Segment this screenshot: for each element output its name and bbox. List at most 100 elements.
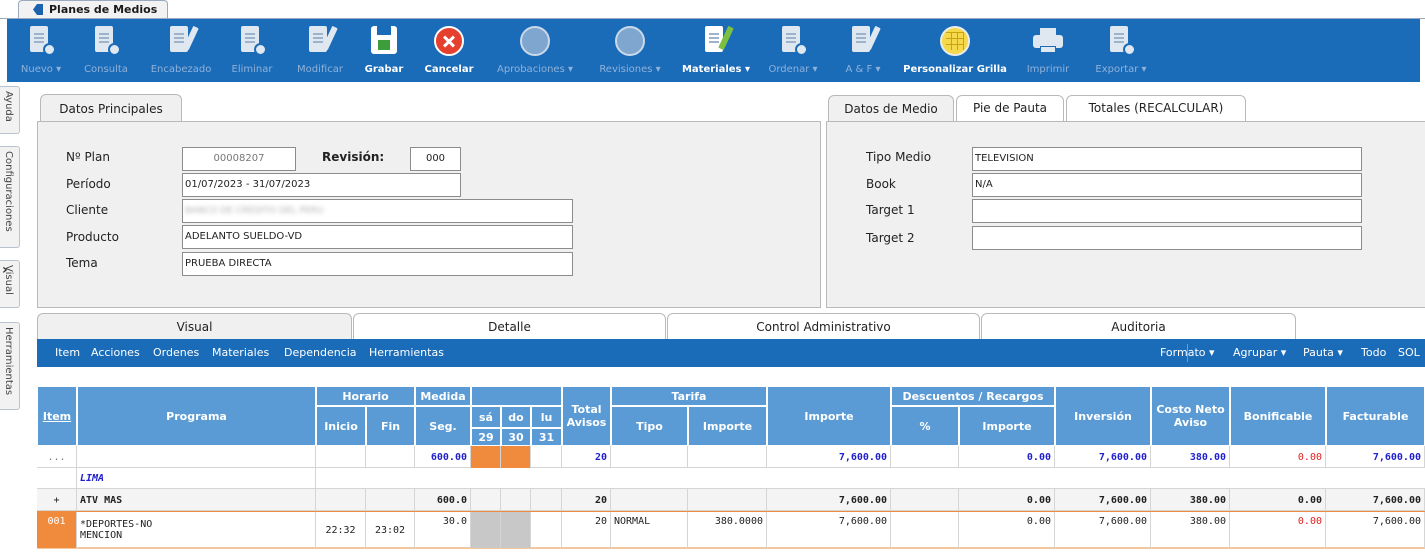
menu-acciones[interactable]: Acciones <box>91 346 140 359</box>
col-date-30: 30 <box>501 428 531 446</box>
tab-detalle[interactable]: Detalle <box>353 313 666 339</box>
menu-item[interactable]: Item <box>55 346 80 359</box>
col-date-31: 31 <box>531 428 562 446</box>
tipo-medio-field[interactable]: TELEVISION <box>972 147 1362 171</box>
imprimir-button[interactable]: Imprimir <box>1017 19 1079 82</box>
menu-agrupar[interactable]: Agrupar ▾ <box>1233 346 1286 359</box>
plan-field[interactable]: 00008207 <box>182 147 296 171</box>
side-tab-configuraciones[interactable]: Configuraciones <box>0 146 20 248</box>
col-horario: Horario <box>316 386 415 406</box>
menu-herramientas[interactable]: Herramientas <box>369 346 444 359</box>
cancelar-button[interactable]: Cancelar <box>419 19 479 82</box>
doc-delete-icon <box>237 26 267 56</box>
doc-edit-icon <box>305 25 338 56</box>
menu-materiales[interactable]: Materiales <box>212 346 269 359</box>
col-total-avisos[interactable]: Total Avisos <box>562 386 611 446</box>
periodo-field[interactable]: 01/07/2023 - 31/07/2023 <box>182 173 461 197</box>
doc-add-icon <box>26 26 56 56</box>
ordenar-button[interactable]: Ordenar ▾ <box>761 19 825 82</box>
col-tarifa: Tarifa <box>611 386 767 406</box>
target1-field[interactable] <box>972 199 1362 223</box>
menu-sol[interactable]: SOL <box>1398 346 1420 359</box>
menu-ordenes[interactable]: Ordenes <box>153 346 199 359</box>
app-tab-label: Planes de Medios <box>49 3 158 16</box>
thumbs-up-icon <box>520 26 550 56</box>
col-fin[interactable]: Fin <box>366 406 415 446</box>
tab-pie-de-pauta[interactable]: Pie de Pauta <box>956 95 1064 121</box>
producto-field[interactable]: ADELANTO SUELDO-VD <box>182 225 573 249</box>
periodo-label: Período <box>66 177 111 191</box>
grid-menu-bar: Item Acciones Ordenes Materiales Depende… <box>37 339 1425 367</box>
aprobaciones-button[interactable]: Aprobaciones ▾ <box>487 19 583 82</box>
producto-label: Producto <box>66 230 119 244</box>
doc-edit-icon <box>701 25 734 56</box>
plan-grid: Item Programa Horario Inicio Fin Medida … <box>37 386 1425 553</box>
ayf-button[interactable]: A & F ▾ <box>835 19 891 82</box>
tab-datos-de-medio[interactable]: Datos de Medio <box>828 95 954 122</box>
tab-control-administrativo[interactable]: Control Administrativo <box>667 313 980 339</box>
grabar-button[interactable]: Grabar <box>359 19 409 82</box>
collapse-chevron-icon[interactable]: › <box>2 262 8 278</box>
app-tab-planes-de-medios[interactable]: Planes de Medios <box>18 0 168 19</box>
personalizar-grilla-button[interactable]: Personalizar Grilla <box>899 19 1011 82</box>
col-facturable[interactable]: Facturable <box>1326 386 1425 446</box>
tab-auditoria[interactable]: Auditoria <box>981 313 1296 339</box>
printer-icon <box>1033 26 1063 56</box>
col-bonificable[interactable]: Bonificable <box>1230 386 1326 446</box>
menu-pauta[interactable]: Pauta ▾ <box>1303 346 1343 359</box>
tab-totales-recalcular[interactable]: Totales (RECALCULAR) <box>1066 95 1246 121</box>
col-importe[interactable]: Importe <box>767 386 891 446</box>
table-row-group-atv[interactable]: + ATV MAS 600.0 20 7,600.00 0.00 7,600.0… <box>37 489 1425 511</box>
tab-datos-principales[interactable]: Datos Principales <box>40 94 182 122</box>
tema-label: Tema <box>66 256 98 270</box>
materiales-button[interactable]: Materiales ▾ <box>679 19 753 82</box>
plan-label: Nº Plan <box>66 150 110 164</box>
save-icon <box>369 26 399 56</box>
col-costo-neto-aviso[interactable]: Costo Neto Aviso <box>1151 386 1230 446</box>
book-field[interactable]: N/A <box>972 173 1362 197</box>
table-row[interactable]: 001 *DEPORTES-NO MENCION 22:32 23:02 30.… <box>37 511 1425 549</box>
col-descuentos-recargos: Descuentos / Recargos <box>891 386 1055 406</box>
col-day-do: do <box>501 406 531 428</box>
nuevo-button[interactable]: Nuevo ▾ <box>15 19 67 82</box>
cliente-label: Cliente <box>66 203 109 217</box>
doc-query-icon <box>91 26 121 56</box>
menu-formato[interactable]: Formato ▾ <box>1160 346 1215 359</box>
tab-visual[interactable]: Visual <box>37 313 352 339</box>
col-inicio[interactable]: Inicio <box>316 406 366 446</box>
cliente-field[interactable]: BANCO DE CREDITO DEL PERU <box>182 199 573 223</box>
expand-toggle[interactable]: + <box>37 489 77 511</box>
encabezado-button[interactable]: Encabezado <box>143 19 219 82</box>
tipo-medio-label: Tipo Medio <box>866 150 932 164</box>
revision-field[interactable]: 000 <box>410 147 461 171</box>
consulta-button[interactable]: Consulta <box>77 19 135 82</box>
col-desc-pct[interactable]: % <box>891 406 959 446</box>
cancel-icon <box>434 26 464 56</box>
col-desc-importe[interactable]: Importe <box>959 406 1055 446</box>
menu-dependencia[interactable]: Dependencia <box>284 346 357 359</box>
col-programa[interactable]: Programa <box>77 386 316 446</box>
table-row-summary[interactable]: ... 600.00 20 7,600.00 0.00 7,600.00 380… <box>37 446 1425 468</box>
col-days-group <box>471 386 562 406</box>
side-tab-herramientas[interactable]: Herramientas <box>0 322 20 410</box>
table-row-group-lima[interactable]: LIMA <box>37 468 1425 489</box>
col-tarifa-importe[interactable]: Importe <box>688 406 767 446</box>
menu-todo[interactable]: Todo <box>1361 346 1386 359</box>
col-date-29: 29 <box>471 428 501 446</box>
col-item[interactable]: Item <box>37 386 77 446</box>
col-tarifa-tipo[interactable]: Tipo <box>611 406 688 446</box>
eliminar-button[interactable]: Eliminar <box>223 19 281 82</box>
col-seg[interactable]: Seg. <box>415 406 471 446</box>
tema-field[interactable]: PRUEBA DIRECTA <box>182 252 573 276</box>
col-inversion[interactable]: Inversión <box>1055 386 1151 446</box>
col-day-sa: sá <box>471 406 501 428</box>
modificar-button[interactable]: Modificar <box>287 19 353 82</box>
side-tab-ayuda[interactable]: Ayuda <box>0 86 20 134</box>
col-day-lu: lu <box>531 406 562 428</box>
exportar-button[interactable]: Exportar ▾ <box>1085 19 1157 82</box>
revision-label: Revisión: <box>322 150 385 164</box>
target2-field[interactable] <box>972 226 1362 250</box>
revisiones-button[interactable]: Revisiones ▾ <box>591 19 669 82</box>
doc-edit-icon <box>166 25 199 56</box>
book-label: Book <box>866 177 896 191</box>
